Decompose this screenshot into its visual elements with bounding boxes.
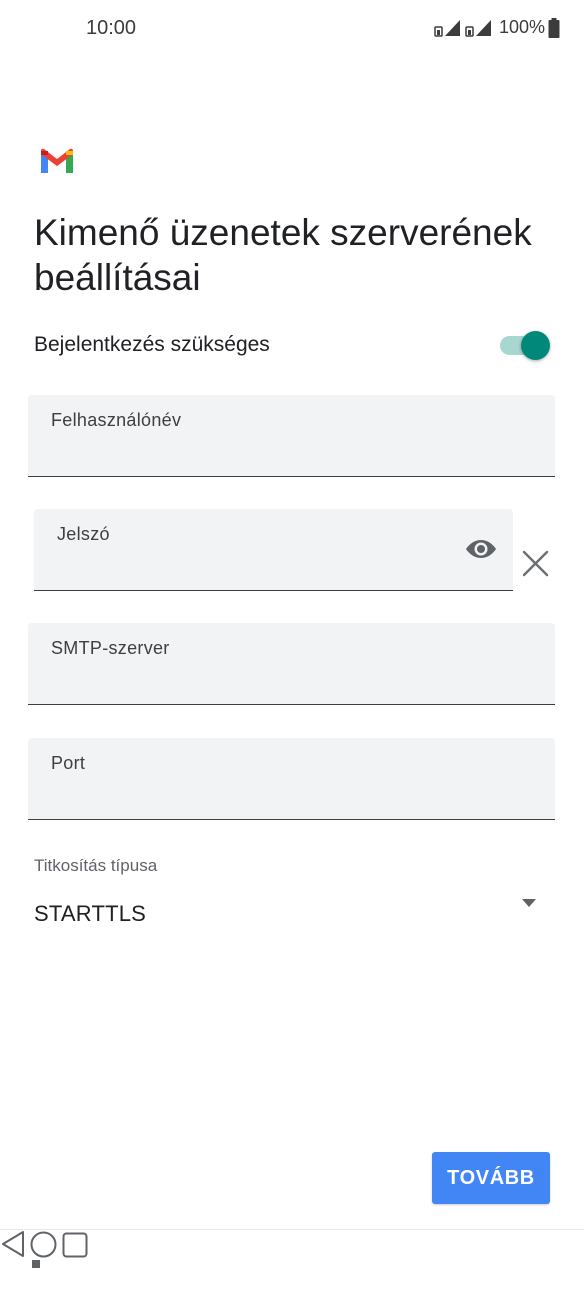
next-button[interactable]: TOVÁBB — [432, 1152, 550, 1204]
password-label: Jelszó — [57, 524, 110, 544]
back-icon[interactable] — [0, 1230, 26, 1258]
encryption-type-label: Titkosítás típusa — [34, 856, 158, 875]
smtp-server-label: SMTP-szerver — [51, 638, 170, 658]
battery-full-icon — [548, 17, 560, 38]
gmail-logo-icon — [41, 148, 73, 173]
encryption-type-value: STARTTLS — [34, 901, 147, 926]
screen: 10:00 100% Kimenő üzenetek szerverének b… — [0, 0, 584, 1297]
toggle-thumb — [521, 331, 550, 360]
port-field[interactable]: Port — [28, 738, 555, 820]
sim1-signal-icon — [434, 19, 460, 37]
smtp-server-input[interactable] — [50, 670, 472, 698]
username-input[interactable] — [50, 442, 472, 470]
status-bar: 10:00 100% — [0, 0, 584, 58]
page-title: Kimenő üzenetek szerverének beállításai — [34, 212, 532, 298]
navigation-bar — [0, 1229, 584, 1297]
status-icons: 100% — [434, 17, 560, 38]
close-icon[interactable] — [522, 550, 549, 577]
show-password-eye-icon[interactable] — [465, 537, 497, 561]
battery-percent: 100% — [498, 17, 545, 37]
status-time: 10:00 — [86, 17, 137, 39]
home-icon[interactable] — [30, 1231, 57, 1258]
login-required-row: Bejelentkezés szükséges — [34, 330, 550, 362]
port-input[interactable] — [50, 785, 472, 813]
username-label: Felhasználónév — [51, 410, 182, 430]
password-field[interactable]: Jelszó — [34, 509, 513, 591]
smtp-server-field[interactable]: SMTP-szerver — [28, 623, 555, 705]
nav-dot-icon[interactable] — [32, 1260, 40, 1268]
sim2-signal-icon — [465, 19, 491, 37]
username-field[interactable]: Felhasználónév — [28, 395, 555, 477]
password-input[interactable] — [56, 556, 440, 584]
port-label: Port — [51, 753, 86, 773]
dropdown-arrow-icon — [522, 899, 536, 907]
login-required-label: Bejelentkezés szükséges — [34, 333, 270, 356]
recents-icon[interactable] — [62, 1232, 88, 1258]
encryption-type-dropdown[interactable]: STARTTLS — [34, 895, 542, 931]
login-required-toggle[interactable] — [500, 331, 550, 360]
